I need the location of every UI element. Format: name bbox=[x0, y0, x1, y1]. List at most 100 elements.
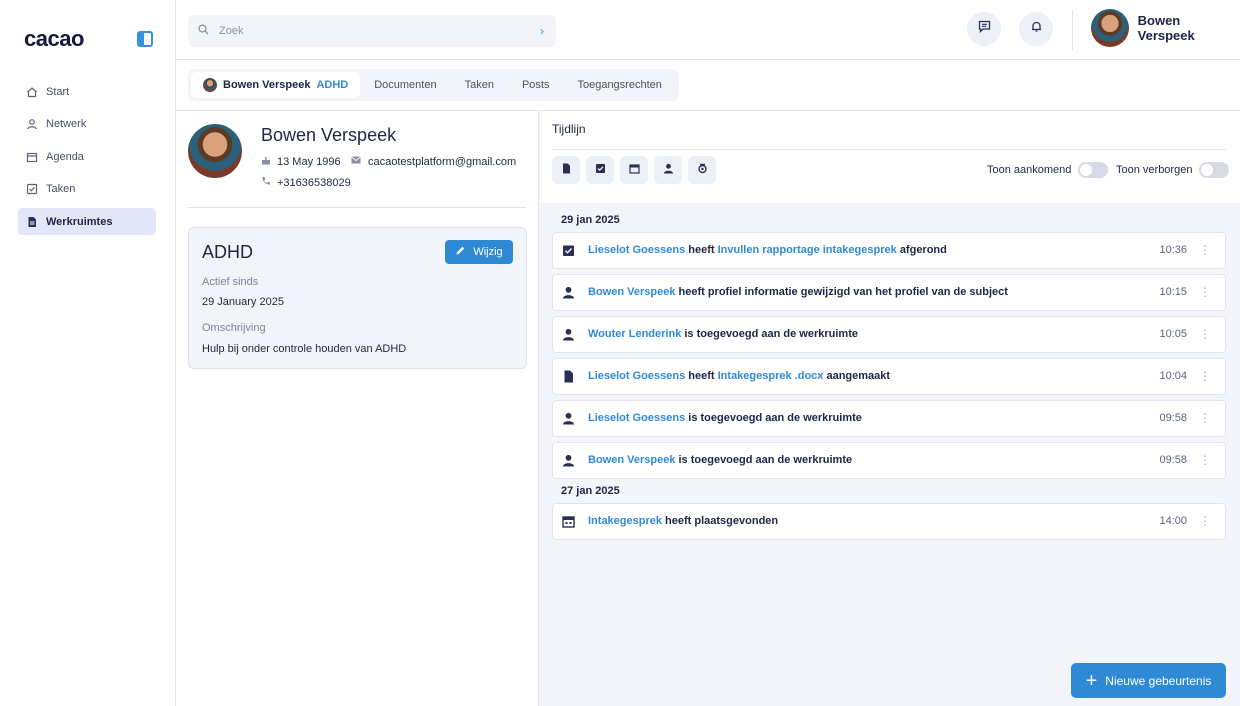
tab-posts[interactable]: Posts bbox=[508, 72, 564, 98]
calendar-icon bbox=[26, 151, 38, 163]
event-verb: heeft plaatsgevonden bbox=[665, 515, 779, 527]
profile-name: Bowen Verspeek bbox=[261, 125, 397, 145]
tab-taken[interactable]: Taken bbox=[451, 72, 508, 98]
notifications-button[interactable] bbox=[1019, 12, 1053, 46]
event-actor-link[interactable]: Intakegesprek bbox=[588, 515, 662, 527]
chevron-right-icon[interactable]: › bbox=[540, 24, 544, 38]
more-vertical-icon[interactable]: ⋮ bbox=[1199, 286, 1211, 298]
new-event-label: Nieuwe gebeurtenis bbox=[1105, 673, 1212, 688]
sidebar-item-taken[interactable]: Taken bbox=[18, 176, 156, 203]
event-text: Lieselot Goessens heeft Intakegesprek .d… bbox=[588, 370, 890, 382]
event-actor-link[interactable]: Lieselot Goessens bbox=[588, 244, 685, 256]
cake-icon bbox=[261, 155, 277, 168]
tab-documenten[interactable]: Documenten bbox=[360, 72, 450, 98]
workspace-tabs: Bowen Verspeek ADHD Documenten Taken Pos… bbox=[188, 69, 679, 101]
event-actor-link[interactable]: Lieselot Goessens bbox=[588, 370, 685, 382]
sidebar-item-start[interactable]: Start bbox=[18, 78, 156, 105]
event-actor-link[interactable]: Bowen Verspeek bbox=[588, 286, 675, 298]
event-actor-link[interactable]: Bowen Verspeek bbox=[588, 454, 675, 466]
timeline-event[interactable]: Lieselot Goessens is toegevoegd aan de w… bbox=[552, 400, 1226, 437]
email-value[interactable]: cacaotestplatform@gmail.com bbox=[368, 156, 516, 168]
event-verb: is toegevoegd aan de werkruimte bbox=[684, 328, 858, 340]
timeline-event[interactable]: Lieselot Goessens heeft Intakegesprek .d… bbox=[552, 358, 1226, 395]
more-vertical-icon[interactable]: ⋮ bbox=[1199, 370, 1211, 382]
toggle-hidden-label: Toon verborgen bbox=[1116, 164, 1193, 176]
timeline-event[interactable]: Intakegesprek heeft plaatsgevonden 14:00… bbox=[552, 503, 1226, 540]
event-time: 14:00 bbox=[1159, 515, 1187, 527]
document-icon bbox=[561, 161, 572, 179]
more-vertical-icon[interactable]: ⋮ bbox=[1199, 244, 1211, 256]
checkbox-icon bbox=[595, 161, 606, 179]
phone-value[interactable]: +31636538029 bbox=[277, 177, 351, 189]
user-icon bbox=[562, 328, 575, 341]
timeline-date: 29 jan 2025 bbox=[561, 214, 620, 226]
sidebar-collapse-icon[interactable] bbox=[137, 31, 153, 47]
filter-tasks-button[interactable] bbox=[586, 156, 614, 184]
document-icon bbox=[26, 216, 38, 228]
sidebar-nav: Start Netwerk Agenda Taken Werkruimtes bbox=[18, 78, 156, 241]
timeline-divider bbox=[552, 149, 1226, 150]
timeline-event[interactable]: Bowen Verspeek is toegevoegd aan de werk… bbox=[552, 442, 1226, 479]
user-menu[interactable]: Bowen Verspeek bbox=[1091, 9, 1240, 47]
tab-workspace-tag: ADHD bbox=[316, 79, 349, 91]
filter-people-button[interactable] bbox=[654, 156, 682, 184]
more-vertical-icon[interactable]: ⋮ bbox=[1199, 412, 1211, 424]
messages-button[interactable] bbox=[967, 12, 1001, 46]
new-event-button[interactable]: + Nieuwe gebeurtenis bbox=[1071, 663, 1226, 698]
event-object-link[interactable]: Invullen rapportage intakegesprek bbox=[718, 244, 897, 256]
toggle-hidden-switch[interactable] bbox=[1199, 162, 1230, 178]
user-icon bbox=[26, 118, 38, 130]
event-time: 10:05 bbox=[1159, 328, 1187, 340]
timeline-event[interactable]: Wouter Lenderink is toegevoegd aan de we… bbox=[552, 316, 1226, 353]
sidebar-item-werkruimtes[interactable]: Werkruimtes bbox=[18, 208, 156, 235]
sidebar-item-agenda[interactable]: Agenda bbox=[18, 143, 156, 170]
search-box[interactable]: › bbox=[188, 15, 556, 47]
more-vertical-icon[interactable]: ⋮ bbox=[1199, 328, 1211, 340]
toggle-upcoming[interactable]: Toon aankomend bbox=[987, 162, 1109, 178]
active-since-label: Actief sinds bbox=[202, 276, 259, 288]
tab-person-name: Bowen Verspeek bbox=[223, 79, 311, 91]
timeline-event[interactable]: Bowen Verspeek heeft profiel informatie … bbox=[552, 274, 1226, 311]
tag-icon bbox=[697, 161, 708, 179]
tab-workspace-overview[interactable]: Bowen Verspeek ADHD bbox=[191, 72, 361, 98]
tab-toegangsrechten[interactable]: Toegangsrechten bbox=[563, 72, 675, 98]
event-actor-link[interactable]: Wouter Lenderink bbox=[588, 328, 681, 340]
sidebar-item-label: Taken bbox=[46, 183, 76, 195]
document-icon bbox=[562, 370, 575, 383]
checkbox-icon bbox=[26, 183, 38, 195]
sidebar-item-label: Start bbox=[46, 85, 70, 98]
filter-documents-button[interactable] bbox=[552, 156, 580, 184]
event-actor-link[interactable]: Lieselot Goessens bbox=[588, 412, 685, 424]
sidebar-item-netwerk[interactable]: Netwerk bbox=[18, 111, 156, 138]
toggle-hidden[interactable]: Toon verborgen bbox=[1116, 162, 1230, 178]
toggle-upcoming-switch[interactable] bbox=[1078, 162, 1109, 178]
mail-icon bbox=[350, 155, 368, 168]
event-object-link[interactable]: Intakegesprek .docx bbox=[718, 370, 824, 382]
description-label: Omschrijving bbox=[202, 322, 266, 334]
event-verb: is toegevoegd aan de werkruimte bbox=[688, 412, 862, 424]
checkbox-icon bbox=[562, 244, 575, 257]
sidebar: cacao Start Netwerk Agenda Taken Werkrui… bbox=[0, 0, 176, 706]
pencil-icon bbox=[455, 245, 473, 259]
home-icon bbox=[26, 86, 38, 98]
timeline-panel: Tijdlijn Toon aankomend Toon verborgen 2… bbox=[540, 111, 1240, 706]
more-vertical-icon[interactable]: ⋮ bbox=[1199, 454, 1211, 466]
event-text: Lieselot Goessens is toegevoegd aan de w… bbox=[588, 412, 862, 424]
more-vertical-icon[interactable]: ⋮ bbox=[1199, 515, 1211, 527]
event-verb: is toegevoegd aan de werkruimte bbox=[678, 454, 853, 466]
search-input[interactable] bbox=[219, 25, 519, 37]
logo[interactable]: cacao bbox=[24, 26, 84, 52]
profile-email: cacaotestplatform@gmail.com bbox=[350, 155, 516, 168]
event-rest: afgerond bbox=[899, 244, 947, 256]
user-icon bbox=[562, 454, 575, 467]
profile-panel: Bowen Verspeek 13 May 1996 cacaotestplat… bbox=[176, 111, 539, 706]
sidebar-item-label: Werkruimtes bbox=[46, 215, 113, 228]
user-icon bbox=[562, 412, 575, 425]
chat-icon bbox=[978, 20, 991, 38]
timeline-event[interactable]: Lieselot Goessens heeft Invullen rapport… bbox=[552, 232, 1226, 269]
edit-button[interactable]: Wijzig bbox=[445, 240, 513, 264]
filter-calendar-button[interactable] bbox=[620, 156, 648, 184]
event-verb: heeft bbox=[688, 370, 715, 382]
event-time: 10:36 bbox=[1159, 244, 1187, 256]
filter-tags-button[interactable] bbox=[688, 156, 716, 184]
